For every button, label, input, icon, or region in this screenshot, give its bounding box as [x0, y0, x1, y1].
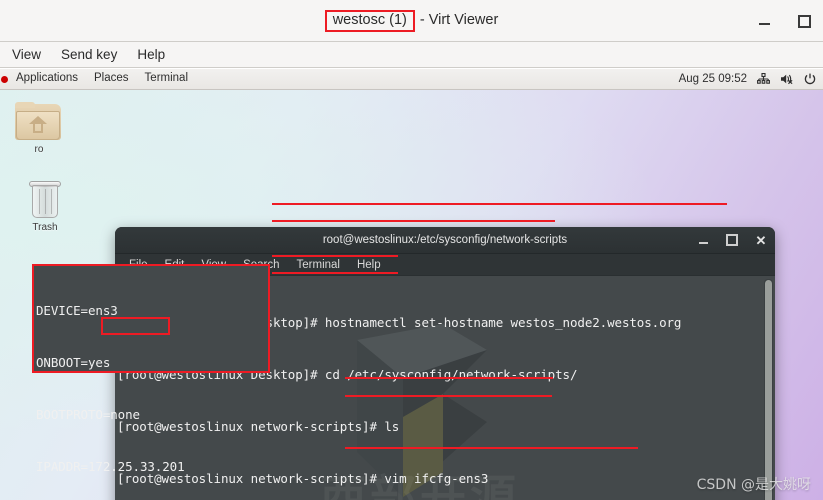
redhat-logo-icon	[1, 75, 8, 83]
panel-terminal[interactable]: Terminal	[145, 73, 188, 85]
terminal-menu-edit[interactable]: Edit	[165, 259, 185, 271]
terminal-line: [root@westoslinux Desktop]# hostnamectl …	[117, 314, 682, 330]
terminal-output: [root@westoslinux Desktop]# hostnamectl …	[115, 276, 711, 500]
terminal-line: [root@westoslinux Desktop]# cd /etc/sysc…	[117, 367, 578, 383]
volume-muted-icon[interactable]	[780, 73, 794, 85]
maximize-icon[interactable]	[795, 12, 813, 30]
virt-viewer-title: westosc (1) - Virt Viewer	[0, 0, 823, 42]
terminal-maximize-icon[interactable]	[726, 234, 738, 246]
desktop-icon-home[interactable]: ro	[8, 102, 70, 155]
terminal-window: root@westoslinux:/etc/sysconfig/network-…	[115, 227, 775, 500]
desktop-icon-trash-label: Trash	[32, 222, 58, 233]
terminal-close-icon[interactable]: ✕	[755, 234, 767, 247]
terminal-menu-help[interactable]: Help	[357, 259, 381, 271]
terminal-menubar: File Edit View Search Terminal Help	[115, 254, 775, 276]
desktop-area: ro Trash root@westoslinux:/etc/sysconfig…	[0, 90, 823, 500]
terminal-line: [root@westoslinux network-scripts]# vim …	[117, 471, 489, 487]
terminal-scrollbar-thumb[interactable]	[765, 280, 772, 500]
panel-places[interactable]: Places	[94, 73, 129, 85]
virt-viewer-menubar: View Send key Help	[0, 42, 823, 68]
terminal-menu-search[interactable]: Search	[243, 259, 279, 271]
vm-name-highlight: westosc (1)	[324, 9, 415, 33]
panel-left-group: Applications Places Terminal	[0, 73, 188, 85]
virt-viewer-window-controls	[755, 0, 813, 42]
terminal-title: root@westoslinux:/etc/sysconfig/network-…	[322, 234, 568, 246]
desktop-icon-trash[interactable]: Trash	[14, 178, 76, 233]
menu-help[interactable]: Help	[137, 48, 165, 62]
network-icon[interactable]	[757, 73, 770, 85]
power-icon[interactable]	[804, 73, 816, 85]
gnome-top-panel: Applications Places Terminal Aug 25 09:5…	[0, 69, 823, 90]
terminal-titlebar: root@westoslinux:/etc/sysconfig/network-…	[115, 227, 775, 254]
terminal-menu-view[interactable]: View	[201, 259, 226, 271]
home-folder-icon	[15, 102, 63, 142]
terminal-body[interactable]: 西部开源 [root@westoslinux Desktop]# hostnam…	[115, 276, 775, 500]
terminal-scrollbar[interactable]	[764, 279, 773, 500]
panel-clock[interactable]: Aug 25 09:52	[679, 73, 747, 85]
panel-right-group: Aug 25 09:52	[679, 73, 823, 85]
app-title-suffix: - Virt Viewer	[419, 12, 499, 29]
minimize-icon[interactable]	[755, 12, 773, 30]
menu-view[interactable]: View	[12, 48, 41, 62]
desktop-icon-home-label: ro	[34, 144, 44, 155]
screenshot-root: westosc (1) - Virt Viewer View Send key …	[0, 0, 823, 500]
trash-icon	[28, 178, 62, 220]
annotation-underline-cd	[272, 220, 555, 222]
terminal-line: [root@westoslinux network-scripts]# ls	[117, 419, 400, 435]
panel-applications[interactable]: Applications	[16, 73, 78, 85]
terminal-menu-file[interactable]: File	[129, 259, 148, 271]
annotation-underline-hostnamectl	[272, 203, 727, 205]
terminal-minimize-icon[interactable]	[697, 234, 709, 246]
terminal-menu-terminal[interactable]: Terminal	[297, 259, 340, 271]
terminal-window-controls: ✕	[697, 227, 767, 253]
menu-send-key[interactable]: Send key	[61, 48, 117, 62]
virt-viewer-titlebar: westosc (1) - Virt Viewer	[0, 0, 823, 42]
